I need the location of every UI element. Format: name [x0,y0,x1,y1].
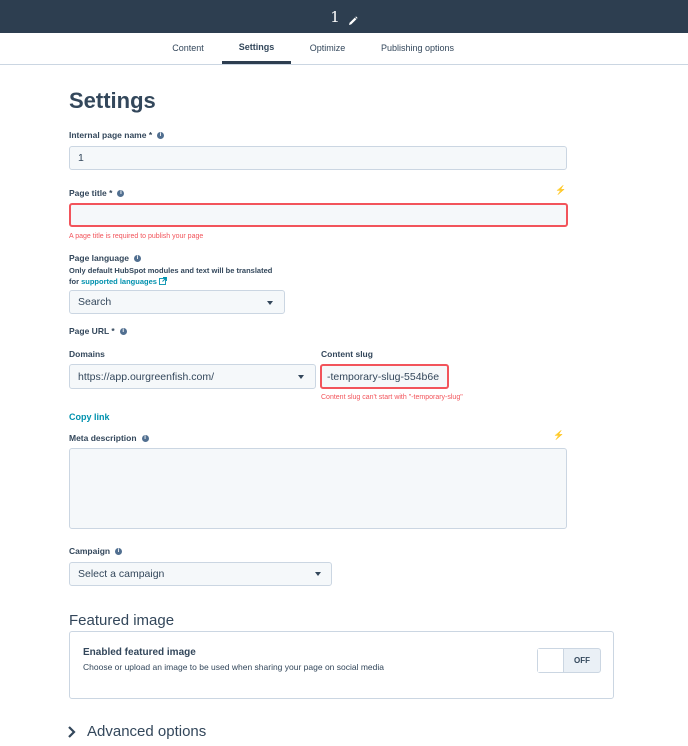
toggle-knob [538,649,564,672]
tab-content[interactable]: Content [160,33,216,63]
content-slug-label: Content slug [321,349,373,359]
page-title-label: Page title * i [69,188,125,198]
page-language-label-text: Page language [69,253,129,263]
internal-name-value: 1 [78,152,84,164]
page-title-label-text: Page title * [69,188,113,198]
advanced-options-toggle[interactable]: Advanced options [66,723,206,740]
page-name-header[interactable]: 1 [0,0,688,33]
info-icon[interactable]: i [117,189,125,197]
tab-settings[interactable]: Settings [222,33,291,64]
campaign-label: Campaign i [69,546,123,556]
featured-image-card-desc: Choose or upload an image to be used whe… [83,662,385,672]
page-url-label-text: Page URL * [69,326,115,336]
tab-optimize[interactable]: Optimize [300,33,355,63]
campaign-select[interactable]: Select a campaign [69,562,332,586]
chevron-down-icon [298,375,304,379]
page-url-label: Page URL * i [69,326,127,336]
page-language-label: Page language i [69,253,141,263]
helper-prefix: for [69,277,82,286]
page-language-selected: Search [78,296,112,308]
featured-image-heading: Featured image [69,612,175,629]
info-icon[interactable]: i [134,254,141,262]
meta-description-label: Meta description i [69,433,149,443]
page-title-error: A page title is required to publish your… [69,233,204,240]
internal-name-input[interactable]: 1 [69,146,567,170]
page-name-title: 1 [330,7,340,26]
meta-description-label-text: Meta description [69,433,137,443]
internal-name-label-text: Internal page name * [69,130,153,140]
domain-value: https://app.ourgreenfish.com/ [78,370,214,383]
featured-image-card-title: Enabled featured image [83,647,196,658]
content-slug-error: Content slug can't start with "-temporar… [321,394,463,401]
campaign-placeholder: Select a campaign [78,568,165,580]
advanced-options-label: Advanced options [87,723,207,740]
tab-publishing-options[interactable]: Publishing options [370,33,465,63]
page-language-helper-line1: Only default HubSpot modules and text wi… [69,266,273,275]
campaign-label-text: Campaign [69,546,111,556]
domain-select[interactable]: https://app.ourgreenfish.com/ [69,364,316,389]
page-title: Settings [69,88,156,113]
content-slug-input[interactable]: -temporary-slug-554b6e [320,364,449,389]
page-language-helper: Only default HubSpot modules and text wi… [69,265,272,287]
ai-assistant-icon[interactable]: ⚡ [553,430,564,441]
info-icon[interactable]: i [119,327,127,335]
tab-bar: Content Settings Optimize Publishing opt… [0,33,688,65]
copy-link[interactable]: Copy link [69,412,110,422]
info-icon[interactable]: i [115,547,123,555]
info-icon[interactable]: i [141,434,149,442]
meta-description-textarea[interactable] [69,448,567,529]
toggle-state: OFF [574,656,590,665]
chevron-down-icon [267,301,273,305]
page-language-helper-line2: for supported languages [69,276,272,287]
info-icon[interactable]: i [157,131,165,139]
chevron-right-icon [66,725,76,739]
domains-label: Domains [69,349,105,359]
featured-image-toggle[interactable]: OFF [537,648,601,673]
page-language-select[interactable]: Search [69,290,285,314]
chevron-down-icon [315,572,321,576]
internal-name-label: Internal page name * i [69,130,165,140]
external-link-icon[interactable] [159,277,167,285]
pencil-icon[interactable] [348,12,358,25]
content-slug-value: -temporary-slug-554b6e [327,370,440,383]
ai-assistant-icon[interactable]: ⚡ [555,185,566,196]
supported-languages-link[interactable]: supported languages [81,277,157,286]
page-title-input[interactable] [69,203,568,227]
